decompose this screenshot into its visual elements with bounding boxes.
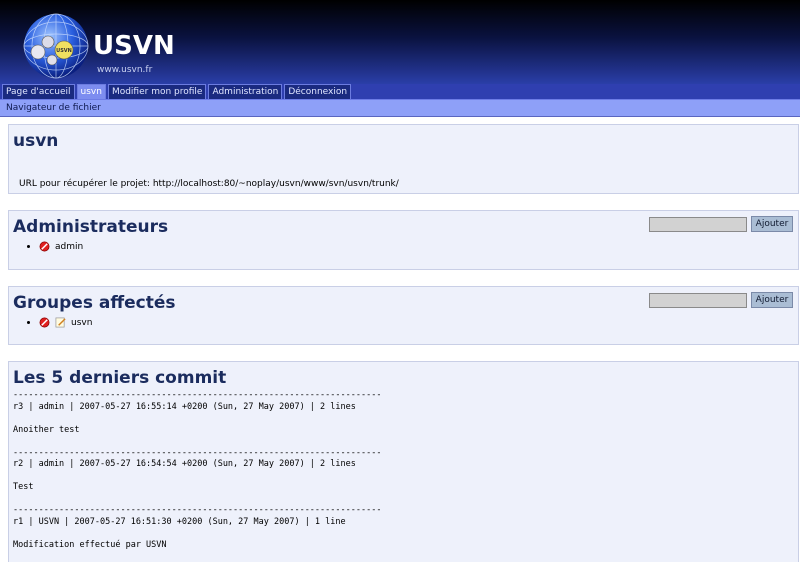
commits-panel: Les 5 derniers commit ------------------… <box>8 361 799 562</box>
group-add-button[interactable]: Ajouter <box>751 292 793 308</box>
header-banner: USVN USVN www.usvn.fr <box>0 0 800 84</box>
admins-panel: Administrateurs Ajouter admin <box>8 210 799 270</box>
tab-page-accueil[interactable]: Page d'accueil <box>2 84 75 99</box>
commit-log: ----------------------------------------… <box>13 390 382 550</box>
admin-list: admin <box>27 241 83 252</box>
tab-modifier-profile[interactable]: Modifier mon profile <box>107 84 207 99</box>
bullet <box>27 245 30 248</box>
project-title: usvn <box>13 131 59 151</box>
tab-usvn[interactable]: usvn <box>76 84 106 99</box>
group-list: usvn <box>27 317 92 328</box>
logo-badge-text: USVN <box>56 48 72 54</box>
tab-deconnexion[interactable]: Déconnexion <box>284 84 352 99</box>
delete-icon[interactable] <box>39 317 50 328</box>
tab-administration[interactable]: Administration <box>208 84 283 99</box>
list-item: usvn <box>27 317 92 328</box>
subnav-file-browser-link[interactable]: Navigateur de fichier <box>6 103 101 113</box>
admin-add-button[interactable]: Ajouter <box>751 216 793 232</box>
brand-title: USVN <box>93 31 175 61</box>
groups-title: Groupes affectés <box>13 293 176 313</box>
main-tabs: Page d'accueil usvn Modifier mon profile… <box>0 84 800 99</box>
delete-icon[interactable] <box>39 241 50 252</box>
admin-name: admin <box>55 241 84 252</box>
group-name: usvn <box>71 317 93 328</box>
admin-add-input[interactable] <box>649 217 747 232</box>
project-url-text: URL pour récupérer le projet: http://loc… <box>19 179 399 189</box>
site-url[interactable]: www.usvn.fr <box>97 65 152 75</box>
commits-title: Les 5 derniers commit <box>13 368 227 388</box>
subnav-bar: Navigateur de fichier <box>0 99 800 117</box>
group-add-input[interactable] <box>649 293 747 308</box>
bullet <box>27 321 30 324</box>
edit-icon[interactable] <box>55 317 66 328</box>
admins-title: Administrateurs <box>13 217 169 237</box>
usvn-globe-logo-icon[interactable]: USVN <box>22 12 90 80</box>
project-panel: usvn URL pour récupérer le projet: http:… <box>8 124 799 194</box>
list-item: admin <box>27 241 83 252</box>
groups-panel: Groupes affectés Ajouter usvn <box>8 286 799 345</box>
